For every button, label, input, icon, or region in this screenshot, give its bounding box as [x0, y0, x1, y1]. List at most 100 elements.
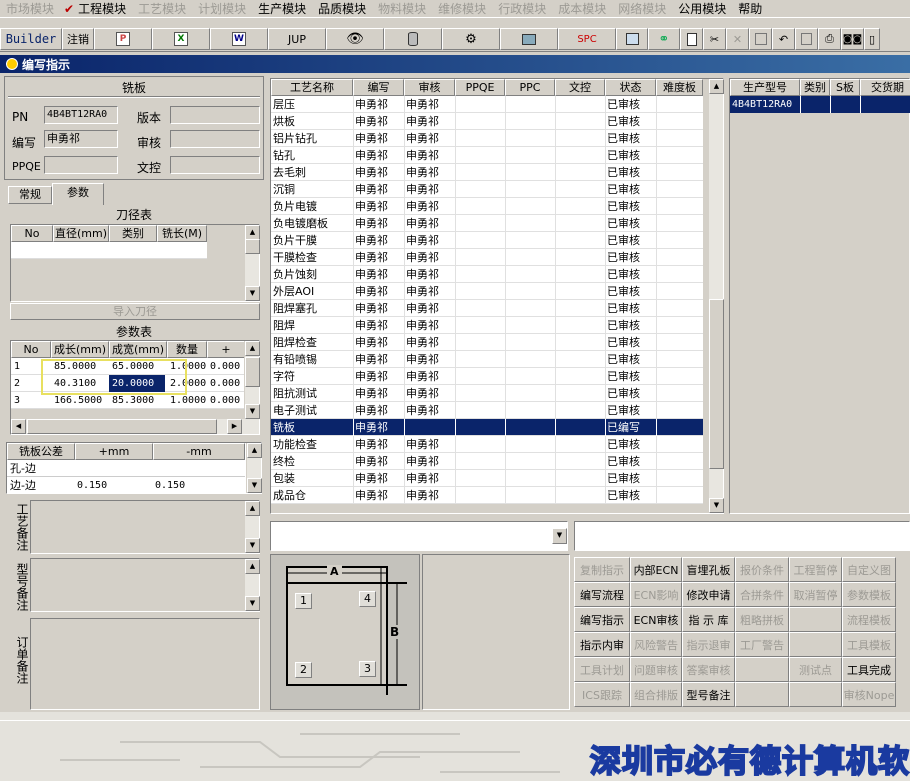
menu-item-1[interactable]: 工程模块 [76, 1, 132, 17]
action-button-4-5[interactable]: 工具完成 [842, 657, 896, 682]
cut-button[interactable]: ✂ [703, 28, 726, 50]
param-cell-2-4[interactable]: 0.000 [210, 392, 245, 409]
review-field[interactable] [170, 130, 260, 148]
action-button-2-4[interactable] [789, 607, 842, 632]
chevron-down-icon[interactable]: ▼ [552, 528, 567, 544]
scroll-down-icon[interactable]: ▼ [245, 286, 260, 301]
menu-item-0[interactable]: 市场模块 [0, 1, 60, 17]
save-button[interactable] [749, 28, 772, 50]
action-button-4-2[interactable]: 答案审核 [682, 657, 735, 682]
computer-button[interactable] [500, 28, 558, 50]
param-cell-1-4[interactable]: 0.000 [210, 375, 245, 392]
corner-4[interactable]: 4 [359, 591, 376, 607]
action-button-5-3[interactable] [735, 682, 789, 707]
menu-item-5[interactable]: 品质模块 [312, 1, 372, 17]
pn-field[interactable]: 4B4BT12RA0 [44, 106, 118, 124]
action-button-2-2[interactable]: 指 示 库 [682, 607, 735, 632]
action-button-2-0[interactable]: 编写指示 [574, 607, 630, 632]
process-dropdown[interactable]: ▼ [270, 521, 568, 551]
logout-button[interactable]: 注销 [62, 28, 94, 50]
action-button-1-3[interactable]: 合拼条件 [735, 582, 789, 607]
menu-item-11[interactable]: 公用模块 [672, 1, 732, 17]
menu-item-10[interactable]: 网络模块 [612, 1, 672, 17]
binoculars-button[interactable]: ◙◙ [841, 28, 864, 50]
action-button-4-1[interactable]: 问题审核 [630, 657, 682, 682]
action-button-5-2[interactable]: 型号备注 [682, 682, 735, 707]
action-button-3-5[interactable]: 工具模板 [842, 632, 896, 657]
action-button-4-3[interactable] [735, 657, 789, 682]
tool-table-scrollbar[interactable]: ▲ ▼ [244, 225, 260, 301]
database-button[interactable] [384, 28, 442, 50]
scroll-down-icon[interactable]: ▼ [709, 498, 724, 513]
corner-1[interactable]: 1 [295, 593, 312, 609]
order-note-field[interactable] [30, 618, 260, 710]
action-button-0-0[interactable]: 复制指示 [574, 557, 630, 582]
action-button-2-5[interactable]: 流程模板 [842, 607, 896, 632]
action-button-1-5[interactable]: 参数模板 [842, 582, 896, 607]
tol-row-2-minus[interactable]: 0.150 [155, 477, 185, 494]
tools-button[interactable]: ⚙ [442, 28, 500, 50]
scroll-up-icon[interactable]: ▲ [245, 225, 260, 240]
print-button[interactable]: ⎙ [818, 28, 841, 50]
tab-general[interactable]: 常规 [8, 186, 52, 204]
copy-button[interactable] [795, 28, 818, 50]
action-button-5-5[interactable]: 审核Nope [842, 682, 896, 707]
param-hscrollbar[interactable]: ◀ ▶ [11, 419, 259, 434]
action-button-0-3[interactable]: 报价条件 [735, 557, 789, 582]
scroll-thumb[interactable] [709, 299, 724, 469]
action-button-3-2[interactable]: 指示退审 [682, 632, 735, 657]
menu-item-9[interactable]: 成本模块 [552, 1, 612, 17]
calendar-button[interactable] [616, 28, 648, 50]
eye-button[interactable]: 👁 [326, 28, 384, 50]
param-cell-0-4[interactable]: 0.000 [210, 358, 245, 375]
action-button-5-0[interactable]: ICS跟踪 [574, 682, 630, 707]
exit-button[interactable]: ▯ [864, 28, 880, 50]
menu-item-8[interactable]: 行政模块 [492, 1, 552, 17]
tab-params[interactable]: 参数 [52, 183, 104, 205]
action-button-2-1[interactable]: ECN审核 [630, 607, 682, 632]
param-table-scrollbar[interactable]: ▲ ▼ [244, 341, 260, 419]
corner-2[interactable]: 2 [295, 662, 312, 678]
action-button-4-0[interactable]: 工具计划 [574, 657, 630, 682]
jup-button[interactable]: JUP [268, 28, 326, 50]
action-button-5-1[interactable]: 组合排版 [630, 682, 682, 707]
menu-item-12[interactable]: 帮助 [732, 1, 768, 17]
ppqe-field[interactable] [44, 156, 118, 174]
action-button-3-4[interactable] [789, 632, 842, 657]
action-button-1-2[interactable]: 修改申请 [682, 582, 735, 607]
corner-3[interactable]: 3 [359, 661, 376, 677]
undo-button[interactable]: ↶ [772, 28, 795, 50]
import-tool-button[interactable]: 导入刀径 [10, 303, 260, 320]
action-button-0-2[interactable]: 盲埋孔板 [682, 557, 735, 582]
spc-button[interactable]: SPC [558, 28, 616, 50]
action-button-1-4[interactable]: 取消暂停 [789, 582, 842, 607]
new-button[interactable] [680, 28, 703, 50]
action-button-3-1[interactable]: 风险警告 [630, 632, 682, 657]
menu-item-4[interactable]: 生产模块 [252, 1, 312, 17]
link-button[interactable]: ⚭ [648, 28, 680, 50]
doc-control-field[interactable] [170, 156, 260, 174]
menu-item-3[interactable]: 计划模块 [192, 1, 252, 17]
process-scrollbar[interactable]: ▲ ▼ [708, 79, 724, 513]
tol-row-2-plus[interactable]: 0.150 [77, 477, 107, 494]
action-button-0-1[interactable]: 内部ECN [630, 557, 682, 582]
menu-item-7[interactable]: 维修模块 [432, 1, 492, 17]
action-button-0-4[interactable]: 工程暂停 [789, 557, 842, 582]
ppt-button[interactable]: P [94, 28, 152, 50]
version-field[interactable] [170, 106, 260, 124]
excel-button[interactable]: X [152, 28, 210, 50]
menu-item-6[interactable]: 物料模块 [372, 1, 432, 17]
process-note-field[interactable]: ▲ ▼ [30, 500, 260, 554]
action-button-4-4[interactable]: 测试点 [789, 657, 842, 682]
action-button-3-3[interactable]: 工厂警告 [735, 632, 789, 657]
action-button-1-0[interactable]: 编写流程 [574, 582, 630, 607]
delete-button[interactable]: ✕ [726, 28, 749, 50]
action-button-0-5[interactable]: 自定义图 [842, 557, 896, 582]
menu-item-2[interactable]: 工艺模块 [132, 1, 192, 17]
scroll-up-icon[interactable]: ▲ [709, 79, 724, 94]
action-button-1-1[interactable]: ECN影响 [630, 582, 682, 607]
writer-field[interactable]: 申勇祁 [44, 130, 118, 148]
remark-input[interactable] [574, 521, 910, 551]
action-button-5-4[interactable] [789, 682, 842, 707]
action-button-3-0[interactable]: 指示内审 [574, 632, 630, 657]
